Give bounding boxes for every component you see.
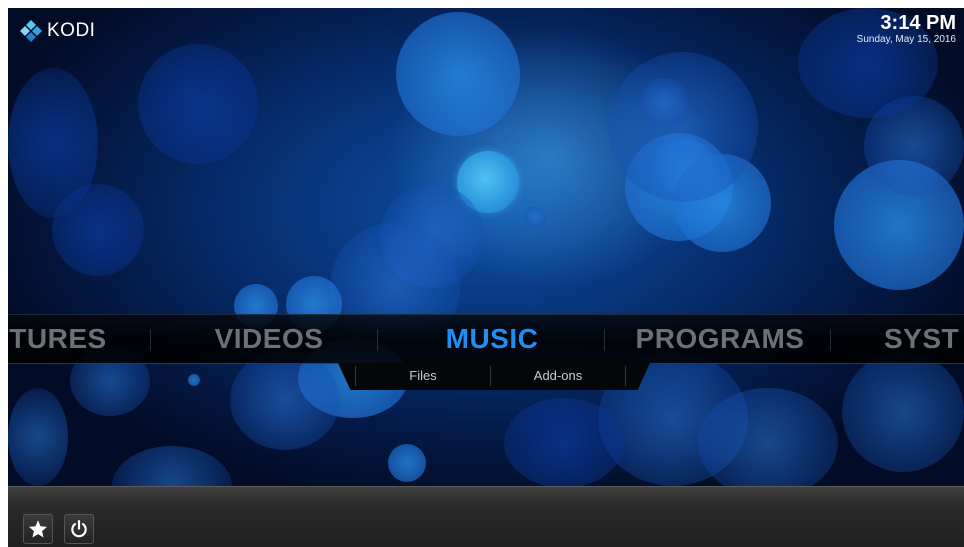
favourites-button[interactable] <box>23 514 53 544</box>
background-bokeh <box>8 8 964 486</box>
menu-separator <box>604 329 605 351</box>
star-icon <box>29 520 47 538</box>
bokeh-bubble <box>8 68 98 218</box>
kodi-logo-icon <box>20 20 42 42</box>
kodi-home-screen: KODI 3:14 PM Sunday, May 15, 2016 TURES … <box>8 8 964 547</box>
submenu-item-files[interactable]: Files <box>356 363 490 389</box>
submenu-separator <box>625 366 626 386</box>
bokeh-bubble <box>608 52 758 202</box>
clock: 3:14 PM Sunday, May 15, 2016 <box>857 12 956 46</box>
menu-item-pictures[interactable]: TURES <box>8 315 128 363</box>
logo-text: KODI <box>47 20 96 41</box>
menu-separator <box>150 329 151 351</box>
menu-item-videos[interactable]: VIDEOS <box>168 315 370 363</box>
power-icon <box>71 520 87 538</box>
bokeh-bubble <box>524 206 546 228</box>
clock-date: Sunday, May 15, 2016 <box>856 34 956 45</box>
menu-item-programs[interactable]: PROGRAMS <box>618 315 822 363</box>
bokeh-bubble <box>842 352 964 472</box>
main-menu: TURES VIDEOS MUSIC PROGRAMS SYST <box>8 314 964 364</box>
bokeh-bubble <box>504 398 624 486</box>
bokeh-bubble <box>698 388 838 486</box>
kodi-logo: KODI <box>20 20 95 42</box>
bokeh-bubble <box>188 374 200 386</box>
clock-time: 3:14 PM <box>880 12 956 34</box>
menu-separator <box>830 329 831 351</box>
submenu: Files Add-ons <box>338 363 650 390</box>
bokeh-bubble <box>112 446 232 486</box>
menu-item-music[interactable]: MUSIC <box>392 315 592 363</box>
menu-item-system[interactable]: SYST <box>884 315 964 363</box>
power-button[interactable] <box>64 514 94 544</box>
bokeh-bubble <box>138 44 258 164</box>
bokeh-bubble <box>230 350 340 450</box>
bokeh-bubble <box>396 12 520 136</box>
menu-separator <box>377 329 378 351</box>
bottom-bar <box>8 486 964 547</box>
bokeh-bubble <box>8 388 68 486</box>
bokeh-bubble <box>388 444 426 482</box>
bokeh-bubble <box>640 78 688 126</box>
submenu-item-add-ons[interactable]: Add-ons <box>491 363 625 389</box>
